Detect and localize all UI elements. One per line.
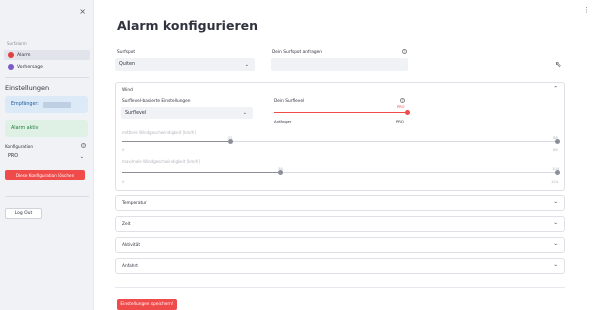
nav-item-forecast[interactable]: Vorhersage <box>4 62 90 72</box>
settings-heading: Einstellungen <box>5 84 50 92</box>
level-max-label: PRO <box>396 119 404 124</box>
activity-header: Aktivität <box>122 243 141 248</box>
recipient-info: Empfänger: <box>5 96 88 113</box>
level-min-label: Anfänger <box>274 119 292 124</box>
close-icon[interactable]: × <box>79 7 86 16</box>
chevron-down-icon: ⌄ <box>79 153 84 160</box>
level-value-label: PRO <box>397 105 405 109</box>
help-icon[interactable]: ? <box>400 98 405 103</box>
nav-item-label: Vorhersage <box>17 64 43 70</box>
max-speed-end-thumb[interactable] <box>554 170 560 175</box>
max-speed-thumb[interactable] <box>278 170 284 175</box>
chevron-down-icon: ⌄ <box>553 199 558 205</box>
max-speed-min: 0 <box>122 179 125 184</box>
main-divider <box>115 287 565 288</box>
min-speed-label: mittlere Windgeschwindigkeit [km/h] <box>122 130 196 135</box>
time-expander[interactable]: Zeit ⌄ <box>115 216 565 232</box>
alarm-status-text: Alarm aktiv <box>11 126 39 131</box>
chevron-down-icon: ⌄ <box>242 110 247 116</box>
min-speed-min: 0 <box>122 147 125 152</box>
surfspot-select[interactable]: Quiten ⌄ <box>115 58 255 71</box>
nav-section-label: Surfalarm <box>7 41 27 46</box>
menu-icon[interactable]: ⋮ <box>583 6 590 14</box>
save-settings-button[interactable]: Einstellungen speichern! <box>117 299 177 310</box>
level-mode-value: Surflevel <box>125 110 147 116</box>
surfspot-value: Quiten <box>119 62 136 67</box>
config-label: Konfiguration <box>5 144 34 149</box>
activity-expander[interactable]: Aktivität ⌄ <box>115 237 565 253</box>
delete-config-button[interactable]: Diese Konfiguration löschen <box>5 170 85 180</box>
nav-item-label: Alarm <box>17 52 31 58</box>
logout-button[interactable]: Log Out <box>5 208 42 219</box>
min-speed-fill <box>122 141 231 143</box>
sidebar-divider <box>5 196 89 197</box>
chevron-down-icon: ⌄ <box>553 220 558 226</box>
min-speed-max: 88 <box>553 147 558 152</box>
sidebar: × Surfalarm Alarm Vorhersage Einstellung… <box>0 0 94 310</box>
alarm-status-badge: Alarm aktiv <box>5 120 88 137</box>
your-level-label: Dein Surflevel <box>274 99 305 104</box>
chevron-up-icon[interactable]: ⌃ <box>553 86 558 92</box>
min-speed-end-thumb[interactable] <box>554 139 560 144</box>
max-speed-fill <box>122 172 281 174</box>
wind-expander: Wind ⌃ Surflevel-basierte Einstellungen … <box>115 82 565 191</box>
recipient-label: Empfänger: <box>11 102 39 107</box>
level-slider-fill <box>274 112 407 114</box>
forecast-icon <box>8 64 14 70</box>
config-select[interactable]: PRO ⌄ <box>5 151 88 162</box>
nav-item-alarm[interactable]: Alarm <box>4 50 90 60</box>
add-spot-input[interactable] <box>271 58 408 71</box>
chevron-down-icon: ⌄ <box>244 61 249 68</box>
sidebar-divider <box>5 77 89 78</box>
level-settings-label: Surflevel-basierte Einstellungen <box>122 99 191 104</box>
alarm-icon <box>8 52 14 58</box>
approach-header: Anfahrt <box>122 264 138 269</box>
chevron-down-icon: ⌄ <box>553 241 558 247</box>
max-speed-label: maximale Windgeschwindigkeit [km/h] <box>122 159 200 164</box>
help-icon[interactable]: ? <box>81 143 86 148</box>
help-icon[interactable]: ? <box>402 49 407 54</box>
config-value: PRO <box>8 154 19 159</box>
max-speed-max: 104 <box>551 179 559 184</box>
wind-header[interactable]: Wind <box>122 88 133 93</box>
mouse-cursor-icon: ⇖ <box>555 60 562 69</box>
level-mode-select[interactable]: Surflevel ⌄ <box>121 107 253 119</box>
add-spot-label: Dein Surfspot anfragen <box>272 50 322 55</box>
temperature-header: Temperatur <box>122 201 147 206</box>
temperature-expander[interactable]: Temperatur ⌄ <box>115 195 565 211</box>
redacted-recipient <box>42 101 71 108</box>
chevron-down-icon: ⌄ <box>553 262 558 268</box>
level-slider-thumb[interactable] <box>404 110 410 115</box>
page-title: Alarm konfigurieren <box>117 18 258 33</box>
time-header: Zeit <box>122 222 131 227</box>
surfspot-label: Surfspot <box>117 50 136 55</box>
min-speed-thumb[interactable] <box>228 139 234 144</box>
approach-expander[interactable]: Anfahrt ⌄ <box>115 258 565 274</box>
